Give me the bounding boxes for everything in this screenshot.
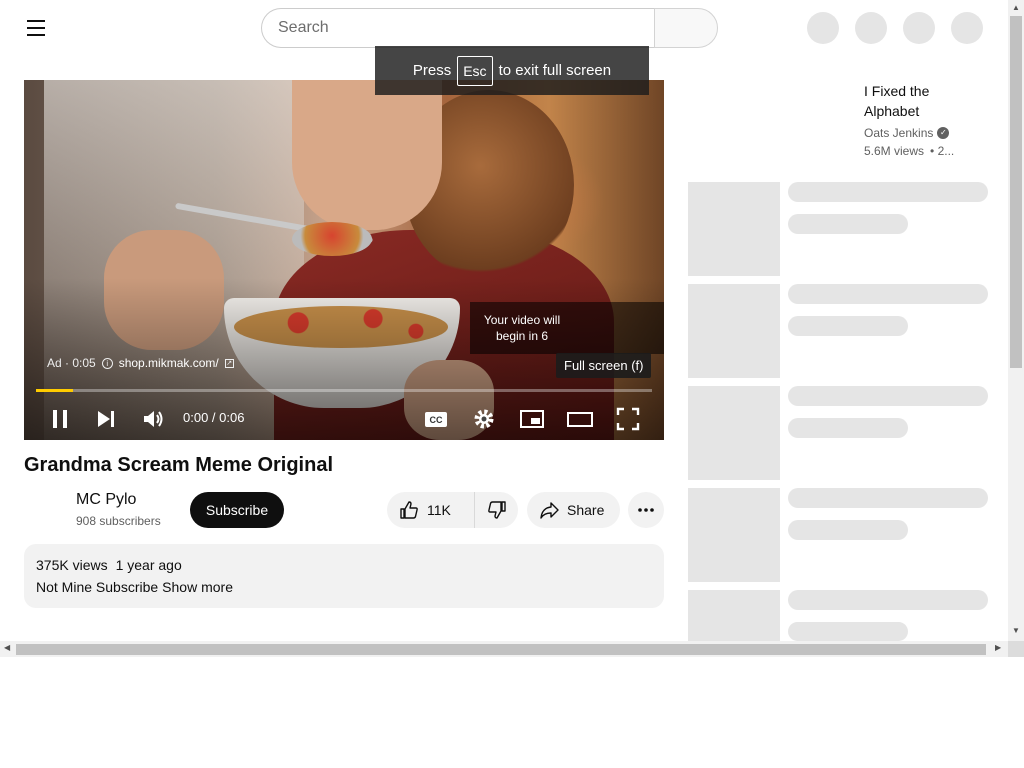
gear-icon bbox=[474, 409, 494, 429]
info-icon[interactable]: i bbox=[101, 357, 113, 369]
skeleton-line bbox=[788, 590, 988, 610]
recommended-views: 5.6M views bbox=[864, 144, 925, 158]
player-controls: 0:00 / 0:06 CC bbox=[24, 398, 664, 438]
channel-name[interactable]: MC Pylo bbox=[76, 491, 136, 509]
pause-button[interactable] bbox=[45, 404, 75, 434]
thumbs-up-icon bbox=[400, 501, 418, 519]
vertical-scrollbar[interactable]: ▲ ▼ bbox=[1008, 0, 1024, 641]
esc-key-badge: Esc bbox=[457, 55, 493, 86]
recommended-channel-line: Oats Jenkins ✓ bbox=[864, 126, 950, 140]
skeleton-thumbnail bbox=[688, 284, 780, 378]
captions-icon: CC bbox=[425, 412, 447, 427]
fullscreen-icon bbox=[616, 407, 640, 431]
skeleton-thumbnail bbox=[688, 590, 780, 641]
skeleton-line bbox=[788, 386, 988, 406]
external-link-icon: ↗ bbox=[224, 358, 234, 368]
time-display: 0:00 / 0:06 bbox=[183, 410, 245, 425]
video-title: Grandma Scream Meme Original bbox=[24, 454, 334, 476]
menu-button[interactable] bbox=[22, 14, 50, 42]
pause-icon bbox=[53, 410, 67, 428]
skeleton-line bbox=[788, 182, 988, 202]
video-frame bbox=[24, 80, 664, 440]
upload-age: 1 year ago bbox=[115, 557, 182, 573]
captions-button[interactable]: CC bbox=[421, 404, 451, 434]
recommended-stats: 5.6M views • 2... bbox=[864, 144, 954, 158]
skeleton-line bbox=[788, 214, 908, 234]
vertical-scroll-thumb[interactable] bbox=[1010, 16, 1022, 368]
progress-bar[interactable] bbox=[36, 389, 652, 392]
settings-button[interactable] bbox=[469, 404, 499, 434]
miniplayer-icon bbox=[520, 410, 544, 428]
video-player[interactable]: Ad · 0:05 i shop.mikmak.com/ ↗ Your vide… bbox=[24, 80, 664, 440]
scroll-left-arrow-icon[interactable]: ◀ bbox=[4, 643, 10, 652]
next-button[interactable] bbox=[91, 404, 121, 434]
volume-button[interactable] bbox=[138, 404, 168, 434]
fullscreen-toast: Press Esc to exit full screen bbox=[375, 46, 649, 95]
miniplayer-button[interactable] bbox=[517, 404, 547, 434]
toast-rest-text: to exit full screen bbox=[498, 62, 612, 79]
cc-label: CC bbox=[430, 415, 443, 425]
ad-link[interactable]: shop.mikmak.com/ bbox=[119, 356, 219, 370]
description-text: Not Mine Subscribe bbox=[36, 579, 159, 595]
description-text-line: Not Mine Subscribe Show more bbox=[36, 579, 652, 595]
ad-label: Ad · 0:05 bbox=[47, 356, 96, 370]
recommended-title[interactable]: I Fixed the Alphabet bbox=[864, 81, 974, 121]
search-box bbox=[261, 8, 655, 48]
hamburger-icon bbox=[27, 20, 45, 22]
description-box[interactable]: 375K views 1 year ago Not Mine Subscribe S… bbox=[24, 544, 664, 608]
skeleton-thumbnail bbox=[688, 386, 780, 480]
search-input[interactable] bbox=[278, 9, 638, 47]
share-icon bbox=[540, 502, 559, 519]
subscriber-count: 908 subscribers bbox=[76, 514, 161, 528]
thumbs-down-icon bbox=[487, 501, 506, 519]
show-more-link[interactable]: Show more bbox=[162, 579, 233, 595]
share-button[interactable]: Share bbox=[527, 492, 620, 528]
fullscreen-button[interactable] bbox=[613, 404, 643, 434]
skeleton-line bbox=[788, 284, 988, 304]
subscribe-button[interactable]: Subscribe bbox=[190, 492, 284, 528]
like-button[interactable]: 11K bbox=[387, 492, 475, 528]
scroll-right-arrow-icon[interactable]: ▶ bbox=[995, 643, 1001, 652]
theater-button[interactable] bbox=[565, 404, 595, 434]
like-count: 11K bbox=[427, 502, 451, 518]
skeleton-line bbox=[788, 418, 908, 438]
dislike-button[interactable] bbox=[475, 492, 518, 528]
skeleton-line bbox=[788, 520, 908, 540]
skeleton-line bbox=[788, 316, 908, 336]
like-dislike-group: 11K bbox=[387, 492, 518, 528]
ad-countdown: Your video will begin in 6 bbox=[470, 302, 664, 354]
scroll-up-arrow-icon[interactable]: ▲ bbox=[1012, 3, 1020, 12]
theater-icon bbox=[567, 412, 593, 427]
header-icon-placeholder[interactable] bbox=[807, 12, 839, 44]
volume-icon bbox=[144, 411, 163, 427]
more-actions-button[interactable] bbox=[628, 492, 664, 528]
share-label: Share bbox=[567, 502, 605, 518]
skeleton-thumbnail bbox=[688, 488, 780, 582]
more-dots-icon bbox=[638, 508, 654, 512]
scroll-down-arrow-icon[interactable]: ▼ bbox=[1012, 626, 1020, 635]
verified-check-icon: ✓ bbox=[937, 127, 950, 139]
header-icon-placeholder[interactable] bbox=[855, 12, 887, 44]
horizontal-scrollbar[interactable]: ◀ ▶ bbox=[0, 641, 1008, 657]
ad-countdown-text: Your video will begin in 6 bbox=[483, 313, 561, 343]
horizontal-scroll-thumb[interactable] bbox=[16, 644, 986, 655]
skeleton-line bbox=[788, 488, 988, 508]
fullscreen-tooltip: Full screen (f) bbox=[556, 353, 652, 378]
header-icon-placeholder[interactable] bbox=[903, 12, 935, 44]
progress-fill bbox=[36, 389, 73, 392]
next-icon bbox=[98, 411, 114, 427]
ad-info: Ad · 0:05 i shop.mikmak.com/ ↗ bbox=[47, 356, 234, 370]
recommended-age: • 2... bbox=[930, 144, 955, 158]
skeleton-line bbox=[788, 622, 908, 641]
scrollbar-corner bbox=[1008, 641, 1024, 657]
search-button[interactable] bbox=[654, 8, 718, 48]
toast-press-text: Press bbox=[412, 62, 452, 79]
recommended-channel[interactable]: Oats Jenkins bbox=[864, 126, 933, 140]
skeleton-thumbnail bbox=[688, 182, 780, 276]
avatar[interactable] bbox=[951, 12, 983, 44]
view-count: 375K views bbox=[36, 557, 108, 573]
description-meta: 375K views 1 year ago bbox=[36, 557, 652, 573]
